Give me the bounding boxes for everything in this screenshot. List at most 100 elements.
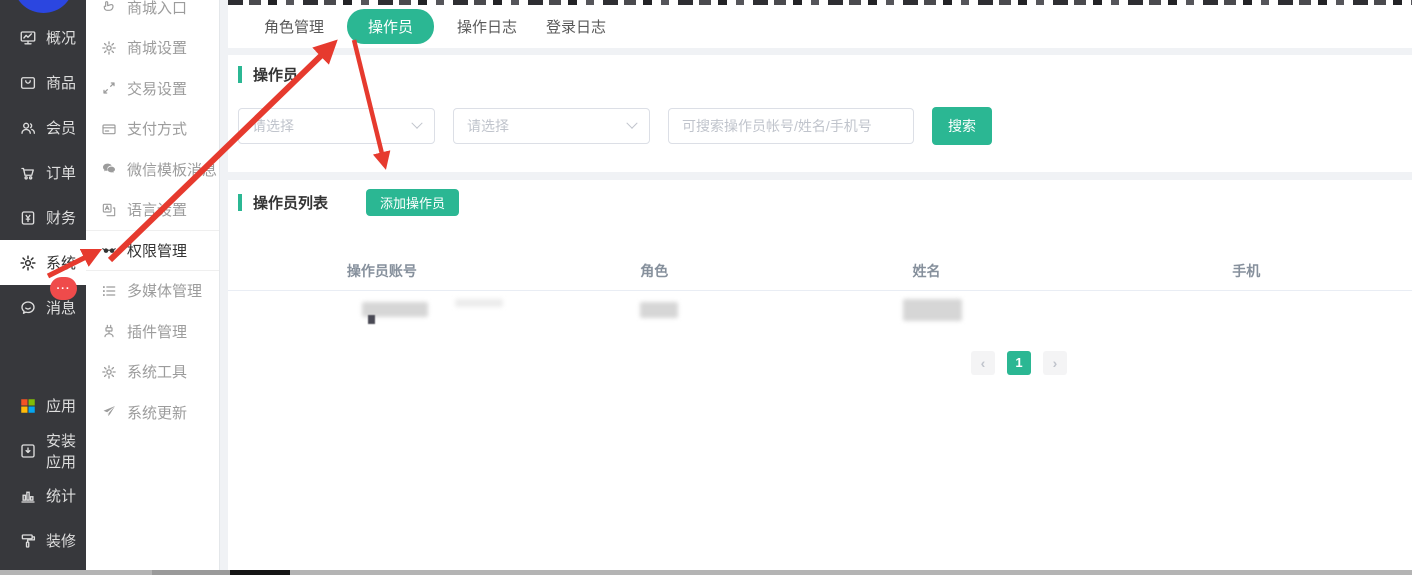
column-header-name: 姓名 (773, 252, 1081, 291)
sidebar-item-overview[interactable]: 概况 (0, 15, 86, 60)
bar-chart-icon (19, 487, 37, 505)
operator-search-input[interactable] (668, 108, 914, 144)
submenu-item-mall-entry[interactable]: 商城入口 (86, 0, 219, 28)
browser-chrome-cutoff (228, 0, 1412, 5)
submenu-item-wechat-template[interactable]: 微信模板消息 (86, 149, 219, 190)
sidebar-item-label: 财务 (46, 207, 76, 228)
sidebar-item-label: 商品 (46, 72, 76, 93)
paint-roller-icon (19, 532, 37, 550)
goods-icon (19, 74, 37, 92)
paper-plane-icon (101, 404, 117, 420)
pagination: ‹ 1 › (971, 351, 1067, 375)
sidebar-item-label: 概况 (46, 27, 76, 48)
submenu-item-label: 商城入口 (127, 0, 187, 18)
search-button[interactable]: 搜索 (932, 107, 992, 145)
sidebar-item-statistics[interactable]: 统计 (0, 473, 86, 518)
tab-bar: 角色管理 操作员 操作日志 登录日志 (228, 5, 1412, 48)
redacted-role-value (640, 302, 678, 318)
sidebar-item-label: 统计 (46, 485, 76, 506)
sidebar-item-finance[interactable]: 财务 (0, 195, 86, 240)
glasses-icon (101, 242, 117, 258)
submenu-item-label: 多媒体管理 (127, 280, 202, 301)
submenu-item-plugin-management[interactable]: 插件管理 (86, 311, 219, 352)
section-accent-bar (238, 194, 242, 211)
prev-page-button[interactable]: ‹ (971, 351, 995, 375)
main-content: 角色管理 操作员 操作日志 登录日志 操作员 请选择 请选择 搜索 操作员列表 … (228, 5, 1412, 575)
language-icon (101, 202, 117, 218)
section-title: 操作员 (253, 64, 298, 85)
list-icon (101, 283, 117, 299)
sidebar-item-members[interactable]: 会员 (0, 105, 86, 150)
gear-icon (101, 364, 117, 380)
finance-icon (19, 209, 37, 227)
submenu-item-label: 语言设置 (127, 199, 187, 220)
section-title: 操作员列表 (253, 192, 328, 213)
submenu-item-media-management[interactable]: 多媒体管理 (86, 271, 219, 312)
chevron-down-icon (411, 118, 422, 129)
sidebar-item-label: 订单 (46, 162, 76, 183)
column-header-phone: 手机 (1080, 252, 1412, 291)
tab-login-log[interactable]: 登录日志 (540, 12, 612, 41)
sidebar-item-label: 系统 (46, 252, 76, 273)
sidebar-item-label: 装修 (46, 530, 76, 551)
submenu-item-payment-methods[interactable]: 支付方式 (86, 109, 219, 150)
bookmark-bar-fragment (228, 0, 1412, 5)
operator-filter-panel: 操作员 请选择 请选择 搜索 (228, 55, 1412, 172)
submenu-item-label: 系统更新 (127, 402, 187, 423)
sidebar-item-decorate[interactable]: 装修 (0, 518, 86, 563)
submenu-item-label: 商城设置 (127, 37, 187, 58)
system-submenu: 商城入口 商城设置 交易设置 支付方式 微信模板消息 语言设置 权限管理 多媒 (86, 0, 220, 575)
submenu-item-label: 交易设置 (127, 78, 187, 99)
submenu-item-system-update[interactable]: 系统更新 (86, 392, 219, 433)
sidebar-item-goods[interactable]: 商品 (0, 60, 86, 105)
add-operator-button[interactable]: 添加操作员 (366, 189, 459, 216)
redacted-account-mark (368, 315, 375, 324)
submenu-item-label: 微信模板消息 (127, 159, 217, 180)
submenu-item-mall-settings[interactable]: 商城设置 (86, 28, 219, 69)
tab-operators[interactable]: 操作员 (347, 9, 434, 44)
sidebar-item-install-apps[interactable]: 安装应用 (0, 428, 86, 473)
submenu-item-system-tools[interactable]: 系统工具 (86, 352, 219, 393)
sidebar-item-label: 会员 (46, 117, 76, 138)
sidebar-item-label: 应用 (46, 395, 76, 416)
apps-grid-icon (19, 397, 37, 415)
redacted-name-value (903, 299, 962, 321)
install-box-icon (19, 442, 37, 460)
bottom-edge-cutoff (0, 570, 1412, 575)
tab-operation-log[interactable]: 操作日志 (451, 12, 523, 41)
submenu-item-trade-settings[interactable]: 交易设置 (86, 68, 219, 109)
diagonal-arrows-icon (101, 80, 117, 96)
wechat-icon (101, 161, 117, 177)
page-1-button[interactable]: 1 (1007, 351, 1031, 375)
operator-table: 操作员账号 角色 姓名 手机 (228, 252, 1412, 338)
next-page-button[interactable]: › (1043, 351, 1067, 375)
plug-icon (101, 323, 117, 339)
submenu-item-label: 权限管理 (127, 240, 187, 261)
submenu-item-label: 支付方式 (127, 118, 187, 139)
role-select[interactable]: 请选择 (238, 108, 435, 144)
overview-icon (19, 29, 37, 47)
submenu-item-permission-management[interactable]: 权限管理 (86, 230, 219, 271)
status-select[interactable]: 请选择 (453, 108, 650, 144)
message-count-badge: ··· (50, 277, 77, 300)
submenu-item-label: 插件管理 (127, 321, 187, 342)
credit-card-icon (101, 121, 117, 137)
column-header-account: 操作员账号 (228, 252, 536, 291)
orders-cart-icon (19, 164, 37, 182)
cell-phone (1080, 291, 1412, 339)
operator-list-panel: 操作员列表 添加操作员 操作员账号 角色 姓名 手机 (228, 180, 1412, 575)
hand-icon (101, 0, 117, 15)
submenu-item-language-settings[interactable]: 语言设置 (86, 190, 219, 231)
sidebar-item-label: 安装应用 (46, 430, 86, 472)
sidebar-item-label: 消息 (46, 297, 76, 318)
message-bubble-icon (19, 299, 37, 317)
gear-icon (101, 40, 117, 56)
sidebar-item-system[interactable]: 系统 (0, 240, 86, 285)
section-accent-bar (238, 66, 242, 83)
sidebar-item-orders[interactable]: 订单 (0, 150, 86, 195)
select-placeholder: 请选择 (252, 116, 294, 136)
tab-role-management[interactable]: 角色管理 (258, 12, 330, 41)
select-placeholder: 请选择 (467, 116, 509, 136)
sidebar-item-apps[interactable]: 应用 (0, 383, 86, 428)
column-header-role: 角色 (536, 252, 773, 291)
